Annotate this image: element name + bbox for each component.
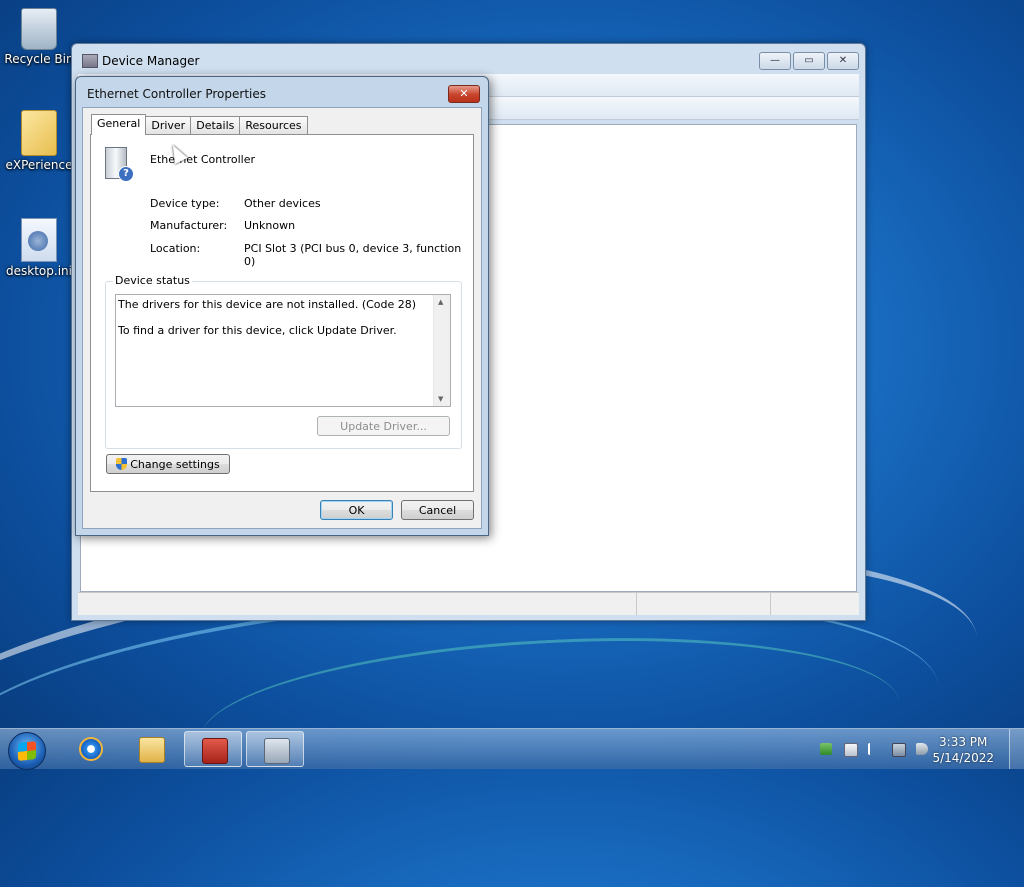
scroll-down-icon[interactable]: ▼ xyxy=(438,395,443,403)
scroll-up-icon[interactable]: ▲ xyxy=(438,298,443,306)
wallpaper-swoosh xyxy=(196,621,904,822)
dialog-title: Ethernet Controller Properties xyxy=(87,87,266,101)
device-status-group: The drivers for this device are not inst… xyxy=(105,281,462,449)
taskbar-item-device-manager[interactable] xyxy=(246,731,304,767)
close-button[interactable]: ✕ xyxy=(827,52,859,70)
recycle-bin-icon xyxy=(21,8,57,50)
unknown-device-icon xyxy=(105,147,134,182)
network-error-icon[interactable] xyxy=(892,743,906,757)
tab-details[interactable]: Details xyxy=(190,116,241,134)
device-manager-icon xyxy=(82,54,98,68)
uac-shield-icon xyxy=(116,458,128,470)
internet-explorer-icon xyxy=(79,737,103,761)
windows-logo-icon xyxy=(18,741,36,761)
windows-explorer-icon xyxy=(139,737,165,763)
tab-driver[interactable]: Driver xyxy=(145,116,192,134)
maximize-button[interactable]: ▭ xyxy=(793,52,825,70)
settings-file-icon xyxy=(21,218,57,262)
location-value: PCI Slot 3 (PCI bus 0, device 3, functio… xyxy=(244,242,462,268)
taskbar-item-internet-explorer[interactable] xyxy=(62,731,120,767)
desktop-icon-experience[interactable]: eXPerience xyxy=(4,110,74,172)
cancel-button[interactable]: Cancel xyxy=(401,500,474,520)
folder-icon xyxy=(21,110,57,156)
device-status-label: Device status xyxy=(113,274,192,287)
desktop-icon-desktop-ini[interactable]: desktop.ini xyxy=(4,218,74,278)
window-title: Device Manager xyxy=(102,54,200,68)
manufacturer-label: Manufacturer: xyxy=(150,219,228,232)
tab-strip: General Driver Details Resources xyxy=(91,114,308,135)
tab-resources[interactable]: Resources xyxy=(239,116,308,134)
device-status-textbox[interactable]: The drivers for this device are not inst… xyxy=(115,294,451,407)
device-manager-icon xyxy=(264,738,290,764)
tab-general[interactable]: General xyxy=(91,114,147,135)
minimize-button[interactable]: — xyxy=(759,52,791,70)
change-settings-label: Change settings xyxy=(130,458,220,471)
device-type-label: Device type: xyxy=(150,197,220,210)
desktop-icon-recycle-bin[interactable]: Recycle Bin xyxy=(4,8,74,66)
status-bar xyxy=(78,592,859,615)
status-line: The drivers for this device are not inst… xyxy=(118,298,417,311)
vertical-scrollbar[interactable]: ▲ ▼ xyxy=(433,295,450,406)
clock-date: 5/14/2022 xyxy=(932,751,994,765)
document-icon[interactable] xyxy=(844,743,858,757)
general-tab-panel: Ethernet Controller Device type: Other d… xyxy=(90,134,474,492)
taskbar-item-toolbox[interactable] xyxy=(184,731,242,767)
manufacturer-value: Unknown xyxy=(244,219,296,232)
device-type-value: Other devices xyxy=(244,197,321,210)
update-driver-button[interactable]: Update Driver... xyxy=(317,416,450,436)
system-clock[interactable]: 3:33 PM 5/14/2022 xyxy=(932,734,994,766)
toolbox-icon xyxy=(202,738,228,764)
desktop-icon-label: desktop.ini xyxy=(6,264,72,278)
taskbar-item-windows-explorer[interactable] xyxy=(122,731,180,767)
ok-button[interactable]: OK xyxy=(320,500,393,520)
show-desktop-button[interactable] xyxy=(1009,729,1024,769)
taskbar: 3:33 PM 5/14/2022 xyxy=(0,728,1024,770)
start-button[interactable] xyxy=(8,732,46,770)
dialog-close-button[interactable]: ✕ xyxy=(448,85,480,103)
location-label: Location: xyxy=(150,242,201,255)
properties-dialog: Ethernet Controller Properties ✕ General… xyxy=(75,76,489,536)
device-name: Ethernet Controller xyxy=(150,153,255,166)
desktop-icon-label: eXPerience xyxy=(5,158,73,172)
desktop-icon-label: Recycle Bin xyxy=(4,52,74,66)
dialog-body: General Driver Details Resources Etherne… xyxy=(82,107,482,529)
change-settings-button[interactable]: Change settings xyxy=(106,454,230,474)
volume-muted-icon[interactable] xyxy=(916,743,928,755)
flag-icon[interactable] xyxy=(868,743,882,755)
network-check-icon[interactable] xyxy=(820,743,832,755)
clock-time: 3:33 PM xyxy=(939,735,988,749)
status-line: To find a driver for this device, click … xyxy=(118,324,397,337)
